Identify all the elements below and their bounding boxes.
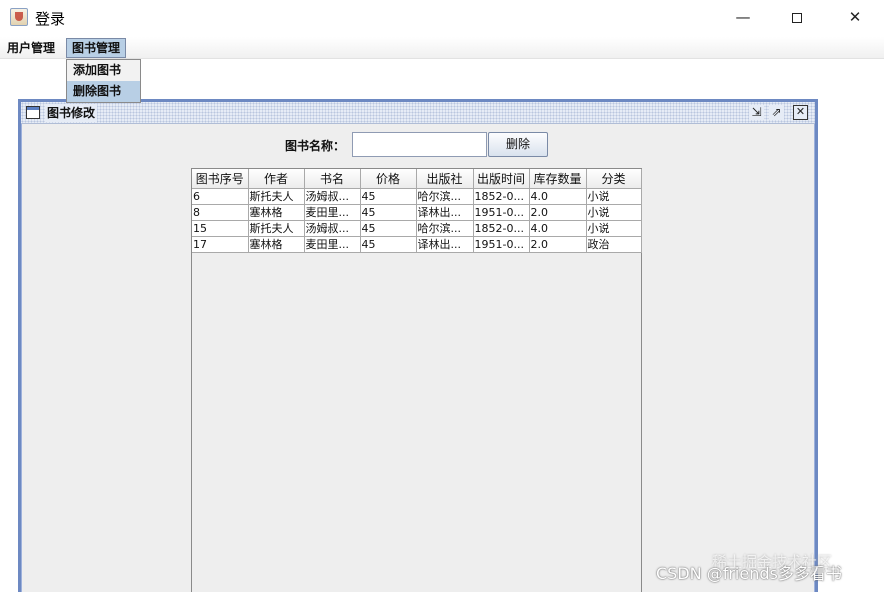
table-cell[interactable]: 2.0 — [529, 204, 587, 221]
table-cell[interactable]: 45 — [360, 188, 417, 205]
column-header-price[interactable]: 价格 — [360, 169, 417, 189]
java-app-icon — [10, 8, 28, 26]
minimize-button[interactable]: — — [720, 0, 766, 36]
table-cell[interactable]: 45 — [360, 236, 417, 253]
internal-frame-title: 图书修改 — [45, 104, 98, 122]
menu-bar: 用户管理 图书管理 — [0, 37, 884, 59]
book-table-scrollpane[interactable]: 图书序号 作者 书名 价格 出版社 出版时间 库存数量 分类 6 斯托夫人 汤姆 — [191, 168, 642, 592]
column-header-category[interactable]: 分类 — [586, 169, 642, 189]
close-frame-button[interactable]: ✕ — [793, 105, 808, 120]
book-edit-internal-frame: 图书修改 ⇲ ⇗ ✕ 图书名称： 删除 图书序号 作者 书名 价格 出版社 出版… — [18, 99, 818, 592]
table-cell[interactable]: 汤姆叔... — [304, 220, 361, 237]
close-button[interactable]: ✕ — [832, 0, 878, 36]
delete-button[interactable]: 删除 — [488, 132, 548, 157]
table-row[interactable]: 8 塞林格 麦田里... 45 译林出... 1951-0... 2.0 小说 — [192, 204, 642, 221]
table-cell[interactable]: 4.0 — [529, 220, 587, 237]
menu-item-delete-book[interactable]: 删除图书 — [67, 81, 140, 102]
internal-frame-title-bar[interactable]: 图书修改 ⇲ ⇗ ✕ — [21, 102, 815, 124]
table-cell[interactable]: 哈尔滨... — [416, 188, 474, 205]
table-cell[interactable]: 斯托夫人 — [248, 188, 305, 205]
table-cell[interactable]: 汤姆叔... — [304, 188, 361, 205]
table-cell[interactable]: 4.0 — [529, 188, 587, 205]
table-cell[interactable]: 斯托夫人 — [248, 220, 305, 237]
window-title: 登录 — [35, 10, 66, 28]
table-cell[interactable]: 1951-0... — [473, 204, 530, 221]
table-cell[interactable]: 译林出... — [416, 236, 474, 253]
table-cell[interactable]: 塞林格 — [248, 204, 305, 221]
table-cell[interactable]: 1852-0... — [473, 188, 530, 205]
watermark-csdn: CSDN @friends多多看书 — [656, 564, 842, 583]
maximize-frame-button[interactable]: ⇗ — [769, 105, 784, 120]
table-row[interactable]: 17 塞林格 麦田里... 45 译林出... 1951-0... 2.0 政治 — [192, 236, 642, 253]
menu-item-add-book[interactable]: 添加图书 — [67, 60, 140, 81]
table-cell[interactable]: 小说 — [586, 188, 642, 205]
column-header-author[interactable]: 作者 — [248, 169, 305, 189]
book-table[interactable]: 图书序号 作者 书名 价格 出版社 出版时间 库存数量 分类 6 斯托夫人 汤姆 — [192, 169, 642, 253]
table-cell[interactable]: 2.0 — [529, 236, 587, 253]
menu-user-management[interactable]: 用户管理 — [2, 38, 60, 58]
table-cell[interactable]: 8 — [192, 204, 249, 221]
table-header-row: 图书序号 作者 书名 价格 出版社 出版时间 库存数量 分类 — [192, 169, 642, 189]
table-cell[interactable]: 哈尔滨... — [416, 220, 474, 237]
column-header-publish-date[interactable]: 出版时间 — [473, 169, 530, 189]
table-cell[interactable]: 15 — [192, 220, 249, 237]
table-cell[interactable]: 6 — [192, 188, 249, 205]
book-name-label: 图书名称： — [285, 139, 346, 153]
table-cell[interactable]: 政治 — [586, 236, 642, 253]
book-name-input[interactable] — [352, 132, 487, 157]
column-header-id[interactable]: 图书序号 — [192, 169, 249, 189]
table-cell[interactable]: 小说 — [586, 220, 642, 237]
table-cell[interactable]: 45 — [360, 204, 417, 221]
column-header-stock[interactable]: 库存数量 — [529, 169, 587, 189]
table-cell[interactable]: 麦田里... — [304, 204, 361, 221]
menu-book-management[interactable]: 图书管理 — [66, 38, 127, 58]
table-cell[interactable]: 塞林格 — [248, 236, 305, 253]
maximize-button[interactable] — [774, 0, 820, 36]
table-cell[interactable]: 45 — [360, 220, 417, 237]
table-row[interactable]: 6 斯托夫人 汤姆叔... 45 哈尔滨... 1852-0... 4.0 小说 — [192, 188, 642, 205]
table-cell[interactable]: 17 — [192, 236, 249, 253]
table-cell[interactable]: 1951-0... — [473, 236, 530, 253]
maximize-icon — [792, 12, 802, 23]
column-header-title[interactable]: 书名 — [304, 169, 361, 189]
table-row[interactable]: 15 斯托夫人 汤姆叔... 45 哈尔滨... 1852-0... 4.0 小… — [192, 220, 642, 237]
frame-icon — [26, 106, 40, 119]
title-bar: 登录 — ✕ — [0, 0, 884, 36]
iconify-button[interactable]: ⇲ — [749, 105, 764, 120]
table-cell[interactable]: 小说 — [586, 204, 642, 221]
app-window: 登录 — ✕ 用户管理 图书管理 添加图书 删除图书 图书修改 ⇲ ⇗ ✕ 图书… — [0, 0, 884, 592]
book-management-dropdown: 添加图书 删除图书 — [66, 59, 141, 103]
table-cell[interactable]: 1852-0... — [473, 220, 530, 237]
table-cell[interactable]: 麦田里... — [304, 236, 361, 253]
table-cell[interactable]: 译林出... — [416, 204, 474, 221]
column-header-publisher[interactable]: 出版社 — [416, 169, 474, 189]
